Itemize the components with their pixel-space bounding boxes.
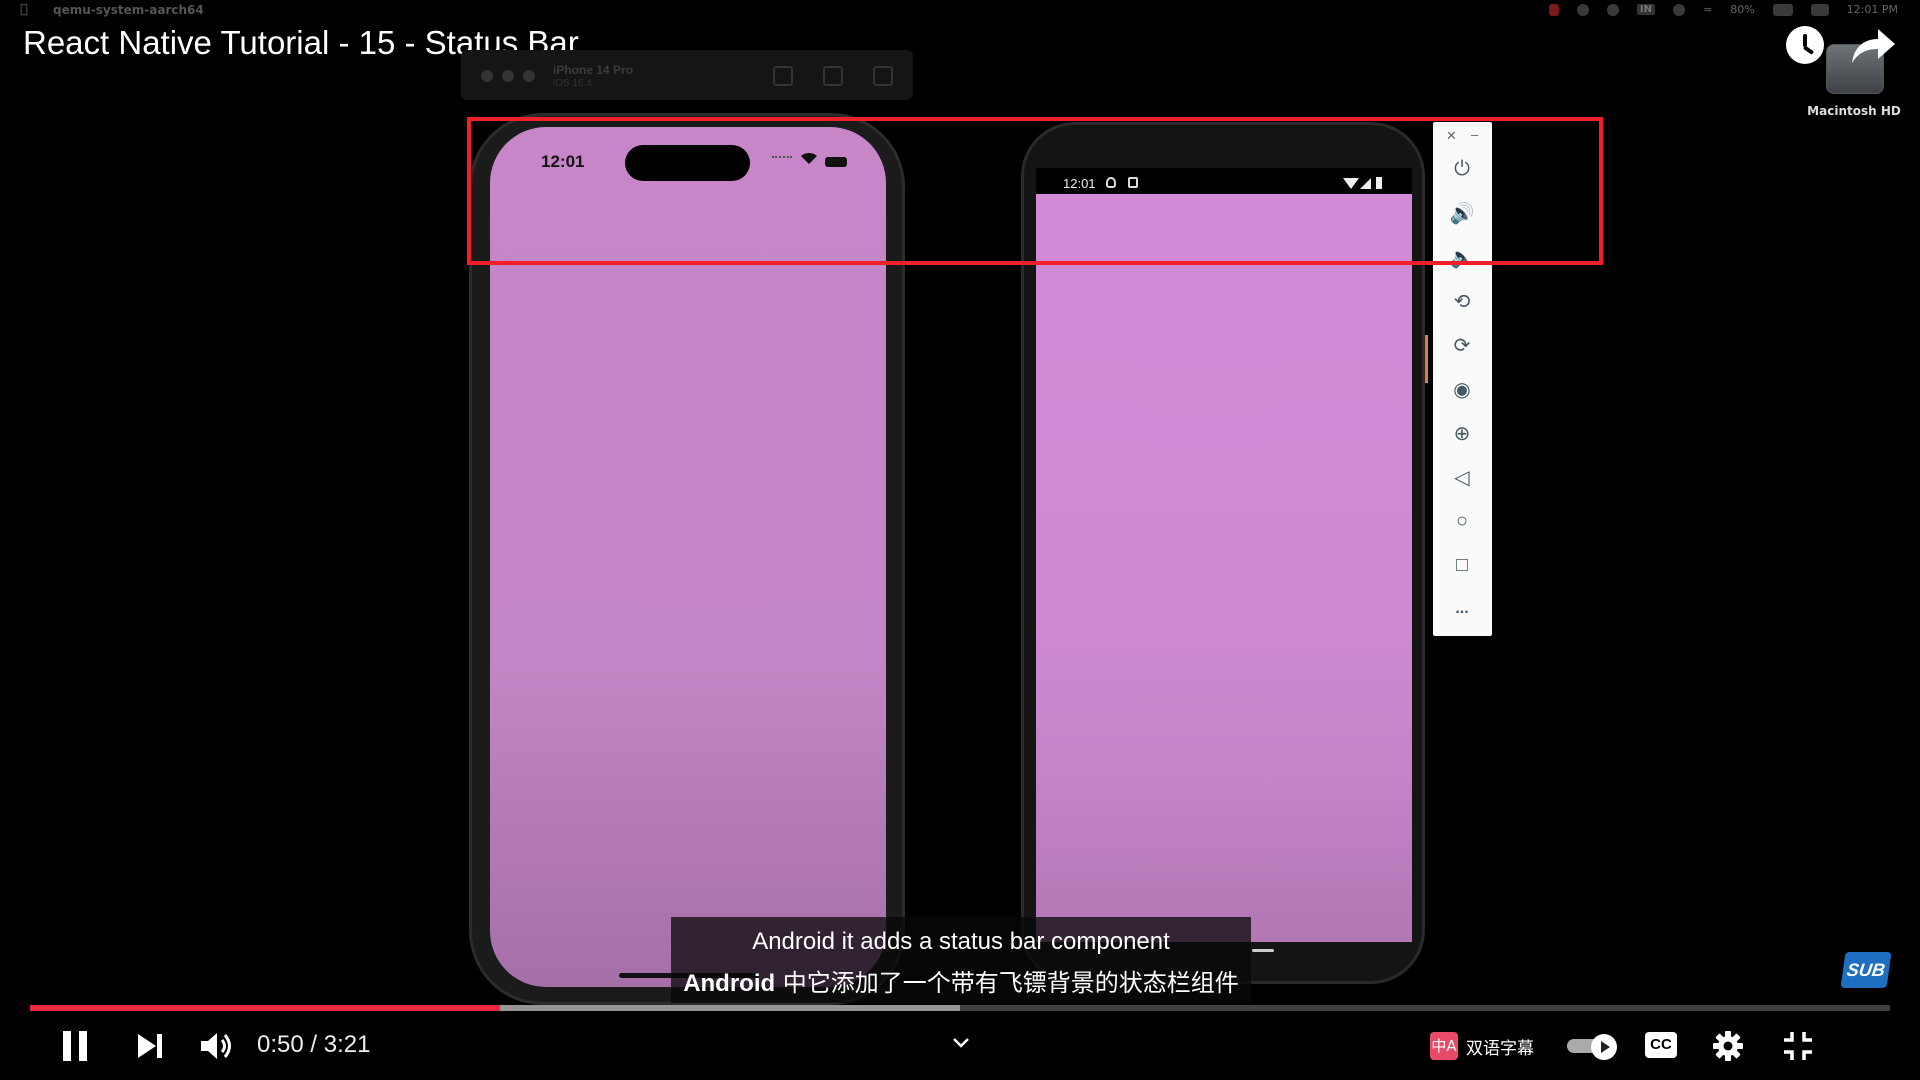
exit-fullscreen-icon[interactable]	[1782, 1030, 1814, 1062]
window-close-button[interactable]	[481, 70, 493, 82]
wifi-icon[interactable]: ≈	[1703, 3, 1712, 16]
moon-icon[interactable]	[1576, 3, 1589, 16]
android-power-key	[1425, 335, 1428, 383]
caption-chinese-prefix: Android	[683, 970, 776, 997]
battery-percent: 80%	[1730, 3, 1755, 16]
apple-icon[interactable]: 	[20, 2, 32, 17]
android-home-handle[interactable]	[1252, 949, 1274, 952]
dual-subtitle-icon: 中A	[1430, 1032, 1458, 1060]
home-circle-icon[interactable]: ○	[1448, 507, 1476, 535]
autoplay-play-icon	[1591, 1034, 1617, 1060]
caption-chinese: Android 中它添加了一个带有飞镖背景的状态栏组件	[671, 963, 1251, 998]
settings-gear-icon[interactable]	[1712, 1030, 1744, 1062]
battery-icon[interactable]	[1772, 3, 1793, 16]
overview-icon[interactable]: □	[1448, 551, 1476, 579]
hard-drive-label: Macintosh HD	[1807, 104, 1901, 118]
camera-icon[interactable]: ◉	[1448, 375, 1476, 403]
pause-bar-right	[79, 1031, 87, 1061]
back-icon[interactable]: ◁	[1448, 463, 1476, 491]
watch-later-icon[interactable]	[1786, 26, 1824, 64]
dual-subtitle-label: 双语字幕	[1466, 1038, 1534, 1059]
sub-badge-icon[interactable]: SUB	[1840, 952, 1892, 988]
chevron-down-icon[interactable]	[951, 1032, 971, 1052]
dual-subtitle-toggle[interactable]: 中A 双语字幕	[1430, 1030, 1534, 1062]
control-center-icon[interactable]	[1810, 3, 1829, 16]
window-controls	[481, 70, 535, 82]
volume-button[interactable]	[198, 1028, 234, 1064]
status-bar-highlight	[467, 117, 1603, 265]
time-display: 0:50 / 3:21	[257, 1031, 371, 1058]
autoplay-toggle[interactable]	[1567, 1034, 1619, 1060]
home-icon[interactable]	[773, 66, 793, 86]
caption-box: Android it adds a status bar component A…	[671, 917, 1251, 1003]
macos-menubar:  qemu-system-aarch64 IN ≈ 80% 12:01 PM	[0, 0, 1920, 22]
simulator-os-version: iOS 16.4	[553, 78, 592, 89]
more-options-icon[interactable]: ...	[1448, 595, 1476, 623]
account-icon[interactable]	[1673, 3, 1685, 16]
android-screen[interactable]	[1036, 194, 1412, 942]
simulator-device-name: iPhone 14 Pro	[553, 63, 634, 77]
progress-played	[30, 1005, 501, 1011]
rotate-left-icon[interactable]: ⟲	[1448, 287, 1476, 315]
pause-bar-left	[63, 1031, 71, 1061]
menubar-app-name[interactable]: qemu-system-aarch64	[53, 3, 204, 17]
menubar-status-area: IN ≈ 80% 12:01 PM	[1548, 3, 1898, 16]
captions-button[interactable]: CC	[1645, 1032, 1677, 1058]
input-source-indicator[interactable]: IN	[1636, 4, 1655, 15]
screenshot-icon[interactable]	[823, 66, 843, 86]
caption-english: Android it adds a status bar component	[752, 928, 1170, 955]
rotate-right-icon[interactable]: ⟳	[1448, 331, 1476, 359]
window-zoom-button[interactable]	[523, 70, 535, 82]
zoom-icon[interactable]: ⊕	[1448, 419, 1476, 447]
next-button[interactable]	[134, 1028, 166, 1064]
simulator-toolbar: iPhone 14 Pro iOS 16.4	[461, 50, 913, 100]
vpn-icon[interactable]	[1606, 3, 1619, 16]
menubar-clock[interactable]: 12:01 PM	[1847, 3, 1898, 16]
rotate-icon[interactable]	[873, 66, 893, 86]
share-icon[interactable]	[1848, 25, 1898, 67]
caption-chinese-rest: 中它添加了一个带有飞镖背景的状态栏组件	[775, 969, 1239, 997]
window-minimize-button[interactable]	[502, 70, 514, 82]
record-icon[interactable]	[1548, 3, 1559, 16]
video-progress-bar[interactable]	[30, 1005, 1890, 1011]
pause-button[interactable]	[58, 1028, 92, 1064]
